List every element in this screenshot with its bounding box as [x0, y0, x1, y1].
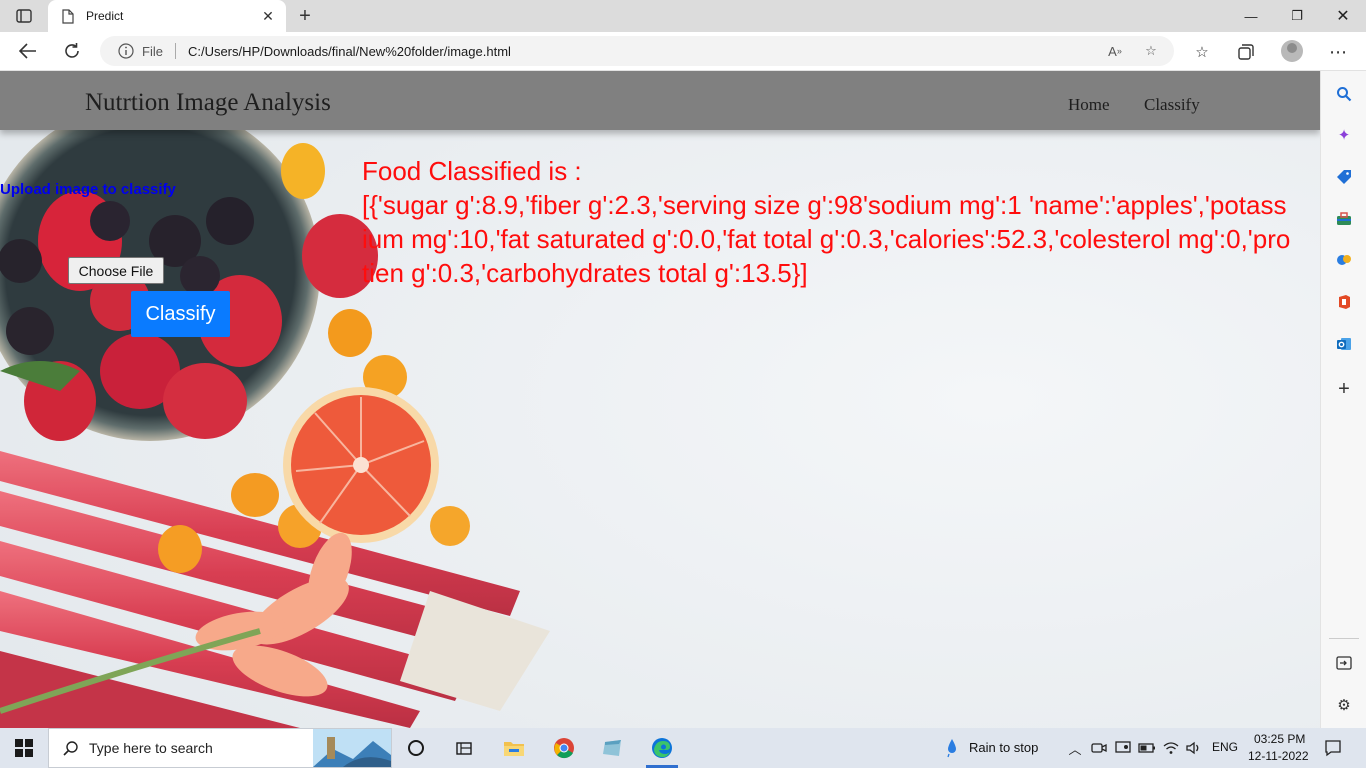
search-icon[interactable]	[1333, 83, 1355, 105]
nav-link-home[interactable]: Home	[1068, 95, 1110, 115]
tools-briefcase-icon[interactable]	[1333, 208, 1355, 230]
meet-now-icon[interactable]	[1089, 738, 1109, 758]
browser-tab-bar: Predict ✕ + — ❐ ✕	[0, 0, 1366, 32]
refresh-icon[interactable]	[57, 37, 87, 65]
sidebar-divider	[1329, 638, 1359, 639]
language-indicator[interactable]: ENG	[1212, 740, 1238, 754]
read-aloud-icon[interactable]: A»	[1105, 42, 1125, 60]
shopping-tag-icon[interactable]	[1333, 166, 1355, 188]
url-divider	[174, 43, 176, 59]
windows-taskbar: Type here to search Rain to stop ︿ ENG 0…	[0, 728, 1366, 768]
add-icon[interactable]: +	[1333, 378, 1355, 400]
browser-tab[interactable]: Predict ✕	[48, 0, 286, 32]
taskbar-search-box[interactable]: Type here to search	[48, 728, 392, 768]
close-window-icon[interactable]: ✕	[1320, 0, 1366, 32]
address-toolbar: File C:/Users/HP/Downloads/final/New%20f…	[0, 32, 1366, 71]
windows-start-icon[interactable]	[0, 728, 48, 768]
choose-file-button[interactable]: Choose File	[68, 257, 164, 284]
favorites-icon[interactable]: ☆	[1191, 41, 1213, 63]
task-view-icon[interactable]	[392, 728, 440, 768]
site-brand[interactable]: Nutrtion Image Analysis	[85, 89, 331, 117]
battery-icon[interactable]	[1137, 738, 1157, 758]
site-navbar: Nutrtion Image Analysis Home Classify	[0, 71, 1320, 130]
clock-date[interactable]: 12-11-2022	[1248, 749, 1309, 763]
more-options-icon[interactable]: ⋯	[1327, 41, 1349, 63]
outlook-icon[interactable]	[1333, 333, 1355, 355]
weather-text[interactable]: Rain to stop	[969, 740, 1038, 755]
classify-button[interactable]: Classify	[131, 291, 230, 337]
back-icon[interactable]	[13, 37, 43, 65]
clock-time[interactable]: 03:25 PM	[1254, 732, 1305, 746]
url-scheme-label: File	[142, 43, 163, 59]
office-icon[interactable]	[1333, 291, 1355, 313]
notifications-icon[interactable]	[1323, 738, 1343, 758]
minimize-icon[interactable]: —	[1228, 0, 1274, 32]
settings-gear-icon[interactable]: ⚙	[1333, 694, 1355, 716]
wifi-icon[interactable]	[1161, 738, 1181, 758]
profile-avatar[interactable]	[1281, 40, 1303, 62]
search-highlight-image	[313, 729, 391, 767]
file-explorer-icon[interactable]	[490, 728, 538, 768]
collections-icon[interactable]	[1235, 41, 1257, 63]
upload-label: Upload image to classify	[0, 181, 176, 198]
edge-icon[interactable]	[638, 728, 686, 768]
add-favorite-icon[interactable]: ☆	[1141, 42, 1161, 60]
page-icon	[60, 8, 76, 24]
presentation-icon[interactable]	[1113, 738, 1133, 758]
result-json: [{'sugar g':8.9,'fiber g':2.3,'serving s…	[362, 190, 1291, 288]
url-text[interactable]: C:/Users/HP/Downloads/final/New%20folder…	[188, 44, 511, 59]
search-placeholder: Type here to search	[89, 740, 213, 756]
tab-actions-icon[interactable]	[12, 7, 36, 25]
restore-icon[interactable]: ❐	[1274, 0, 1320, 32]
edge-sidebar: ✦ + ⚙	[1320, 71, 1366, 728]
chrome-icon[interactable]	[540, 728, 588, 768]
chevron-up-icon[interactable]: ︿	[1065, 738, 1085, 758]
widgets-icon[interactable]	[440, 728, 488, 768]
discover-sparkle-icon[interactable]: ✦	[1333, 124, 1355, 146]
volume-icon[interactable]	[1184, 738, 1204, 758]
tab-title: Predict	[86, 9, 124, 23]
hide-sidebar-icon[interactable]	[1333, 652, 1355, 674]
close-tab-icon[interactable]: ✕	[256, 4, 280, 28]
new-tab-icon[interactable]: +	[292, 4, 318, 28]
search-icon	[61, 738, 81, 758]
classification-result: Food Classified is : [{'sugar g':8.9,'fi…	[362, 154, 1292, 290]
address-bar[interactable]: File C:/Users/HP/Downloads/final/New%20f…	[100, 36, 1174, 66]
nav-link-classify[interactable]: Classify	[1144, 95, 1200, 115]
page-viewport: Nutrtion Image Analysis Home Classify Up…	[0, 71, 1320, 728]
result-heading: Food Classified is :	[362, 156, 582, 186]
info-icon[interactable]	[118, 43, 134, 59]
app-pinned-icon[interactable]	[589, 728, 637, 768]
games-icon[interactable]	[1333, 249, 1355, 271]
weather-rain-icon[interactable]	[944, 738, 960, 758]
